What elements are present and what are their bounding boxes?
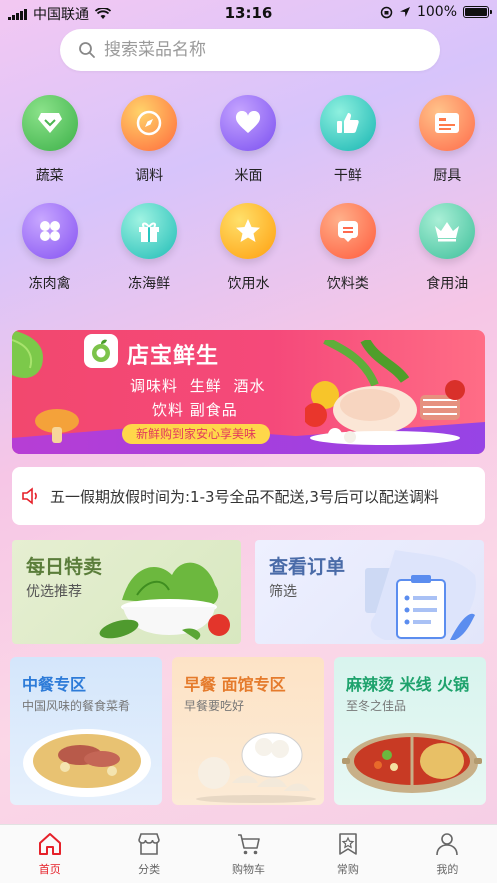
zone-title: 麻辣烫 米线 火锅: [346, 675, 470, 694]
tab-profile[interactable]: 我的: [398, 825, 497, 883]
notice-text: 五一假期放假时间为:1-3号全品不配送,3号后可以配送调料: [50, 487, 439, 506]
notice-bar[interactable]: 五一假期放假时间为:1-3号全品不配送,3号后可以配送调料: [12, 467, 485, 525]
breakfast-noodle-zone[interactable]: 早餐 面馆专区 早餐要吃好: [172, 657, 324, 805]
tab-home[interactable]: 首页: [0, 825, 99, 883]
hotpot-illustration: [342, 733, 482, 793]
promo-banner[interactable]: 店宝鲜生 调味料 生鲜 酒水 饮料 副食品 新鲜购到家安心享美味: [12, 330, 485, 454]
promo-title: 每日特卖: [26, 556, 103, 578]
daily-sale-card[interactable]: 每日特卖 优选推荐: [12, 540, 241, 644]
bookmark-star-icon: [339, 833, 357, 855]
diamond-icon: [21, 95, 78, 151]
gift-icon: [121, 203, 178, 259]
status-right: 100%: [380, 4, 492, 20]
search-icon: [79, 42, 95, 58]
search-bar[interactable]: [60, 29, 440, 71]
category-label: 食用油: [426, 276, 469, 292]
category-label: 米面: [234, 168, 263, 184]
mushroom-decoration: [35, 409, 79, 443]
category-vegetables[interactable]: 蔬菜: [0, 95, 99, 185]
spicy-hotpot-zone[interactable]: 麻辣烫 米线 火锅 至冬之佳品: [334, 657, 486, 805]
banner-line-1: 调味料 生鲜 酒水: [130, 377, 266, 395]
banner-tag: 新鲜购到家安心享美味: [122, 424, 271, 444]
salad-bowl-illustration: [99, 562, 230, 640]
category-seasoning[interactable]: 调料: [99, 95, 198, 185]
category-label: 蔬菜: [35, 168, 64, 184]
tab-bar: 首页 分类 购物车 常购 我的: [0, 824, 497, 883]
promo-subtitle: 筛选: [269, 584, 297, 600]
dish-illustration: [23, 729, 151, 797]
category-label: 冻肉禽: [28, 276, 71, 292]
clipboard-illustration: [365, 550, 476, 640]
category-label: 调料: [135, 168, 164, 184]
tab-label: 我的: [436, 863, 459, 876]
store-logo: [84, 334, 118, 368]
battery-icon: [463, 6, 492, 18]
orientation-lock-icon: [380, 6, 393, 18]
location-icon: [399, 7, 410, 17]
heart-icon: [220, 95, 277, 151]
zone-title: 中餐专区: [22, 675, 87, 694]
dumplings-illustration: [196, 732, 316, 803]
zone-title: 早餐 面馆专区: [184, 675, 286, 694]
category-kitchenware[interactable]: 厨具: [398, 95, 497, 185]
category-drinking-water[interactable]: 饮用水: [199, 203, 298, 293]
category-label: 厨具: [433, 168, 462, 184]
tab-frequent[interactable]: 常购: [298, 825, 397, 883]
lettuce-decoration: [12, 330, 43, 378]
category-label: 冻海鲜: [128, 276, 171, 292]
category-label: 饮料类: [326, 276, 369, 292]
category-frozen-seafood[interactable]: 冻海鲜: [99, 203, 198, 293]
category-rice-flour[interactable]: 米面: [199, 95, 298, 185]
banner-line-2: 饮料 副食品: [152, 401, 238, 419]
home-icon: [38, 833, 61, 855]
category-cooking-oil[interactable]: 食用油: [398, 203, 497, 293]
view-orders-card[interactable]: 查看订单 筛选: [255, 540, 484, 644]
compass-icon: [121, 95, 178, 151]
tab-label: 分类: [138, 863, 161, 876]
card-icon: [419, 95, 476, 151]
tab-label: 购物车: [232, 863, 266, 876]
category-label: 干鲜: [333, 168, 362, 184]
category-beverages[interactable]: 饮料类: [298, 203, 397, 293]
message-icon: [319, 203, 376, 259]
star-icon: [220, 203, 277, 259]
tab-category[interactable]: 分类: [99, 825, 198, 883]
user-icon: [436, 833, 459, 856]
cart-icon: [237, 834, 260, 855]
food-illustration: [305, 340, 465, 445]
zone-subtitle: 至冬之佳品: [346, 699, 407, 713]
zone-subtitle: 中国风味的餐食菜肴: [22, 699, 131, 713]
battery-percent: 100%: [416, 4, 457, 20]
search-input[interactable]: [104, 40, 404, 60]
tab-cart[interactable]: 购物车: [199, 825, 298, 883]
zone-subtitle: 早餐要吃好: [184, 699, 245, 713]
status-bar: 中国联通 13:16 100%: [0, 0, 497, 26]
category-frozen-meat[interactable]: 冻肉禽: [0, 203, 99, 293]
category-dried-goods[interactable]: 干鲜: [298, 95, 397, 185]
crown-icon: [419, 203, 476, 259]
chinese-food-zone[interactable]: 中餐专区 中国风味的餐食菜肴: [10, 657, 162, 805]
tab-label: 首页: [38, 863, 61, 876]
speaker-icon: [22, 487, 37, 505]
clover-icon: [21, 203, 78, 259]
promo-subtitle: 优选推荐: [26, 584, 82, 600]
store-icon: [138, 833, 160, 855]
category-grid: 蔬菜 调料 米面 干鲜 厨具 冻肉禽 冻海鲜 饮用水 饮料类 食用油: [0, 95, 497, 293]
thumbs-up-icon: [319, 95, 376, 151]
promo-title: 查看订单: [269, 556, 346, 578]
category-label: 饮用水: [227, 276, 270, 292]
tab-label: 常购: [336, 863, 359, 876]
banner-title: 店宝鲜生: [127, 344, 220, 369]
